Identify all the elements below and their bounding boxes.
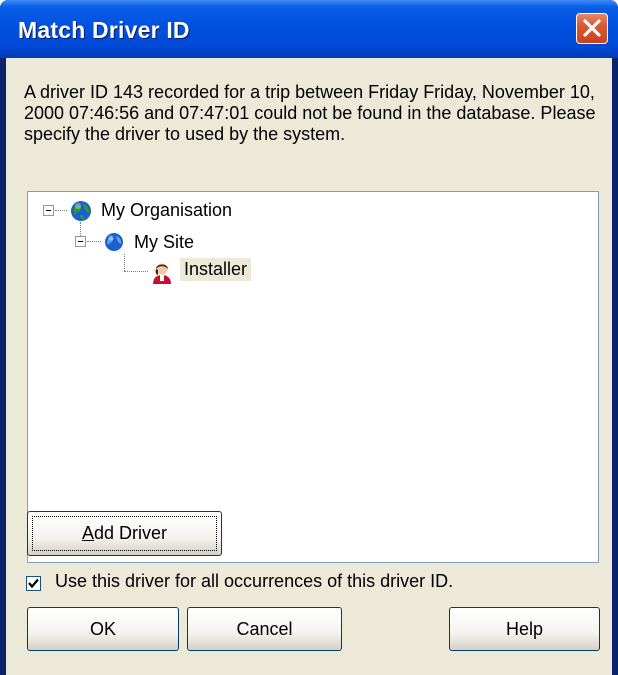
ok-label: OK — [89, 618, 116, 639]
tree-connector — [124, 254, 125, 271]
help-button[interactable]: Help — [449, 607, 600, 651]
tree-node-label: My Site — [134, 232, 195, 252]
tree-connector — [55, 210, 67, 211]
checkmark-icon — [28, 578, 39, 589]
help-label: Help — [505, 618, 544, 639]
dialog-title: Match Driver ID — [18, 17, 190, 43]
title-bar[interactable]: Match Driver ID — [0, 0, 618, 58]
message-text: A driver ID 143 recorded for a trip betw… — [24, 82, 596, 144]
dialog-body: A driver ID 143 recorded for a trip betw… — [6, 58, 612, 675]
tree-node-label-selected: Installer — [180, 258, 252, 281]
tree-node-label: My Organisation — [101, 200, 233, 220]
cancel-label: Cancel — [236, 618, 293, 639]
close-button[interactable] — [576, 13, 608, 44]
tree-connector — [87, 241, 101, 242]
use-for-all-label[interactable]: Use this driver for all occurrences of t… — [55, 571, 453, 592]
cancel-button[interactable]: Cancel — [187, 607, 342, 651]
use-for-all-checkbox[interactable] — [26, 576, 41, 591]
match-driver-id-dialog: Match Driver ID A driver ID 143 recorded… — [0, 0, 618, 675]
add-driver-button[interactable]: Add Driver — [27, 511, 222, 556]
collapse-toggle-site[interactable] — [75, 236, 86, 247]
tree-connector — [124, 271, 148, 272]
ok-button[interactable]: OK — [27, 607, 179, 651]
globe-icon — [105, 233, 123, 251]
focus-rectangle — [32, 516, 217, 551]
collapse-toggle-organisation[interactable] — [43, 205, 54, 216]
driver-tree-view[interactable]: My Organisation My Site Installer — [27, 191, 599, 563]
driver-person-icon — [153, 263, 171, 284]
globe-icon — [71, 201, 91, 221]
close-icon — [583, 19, 601, 37]
